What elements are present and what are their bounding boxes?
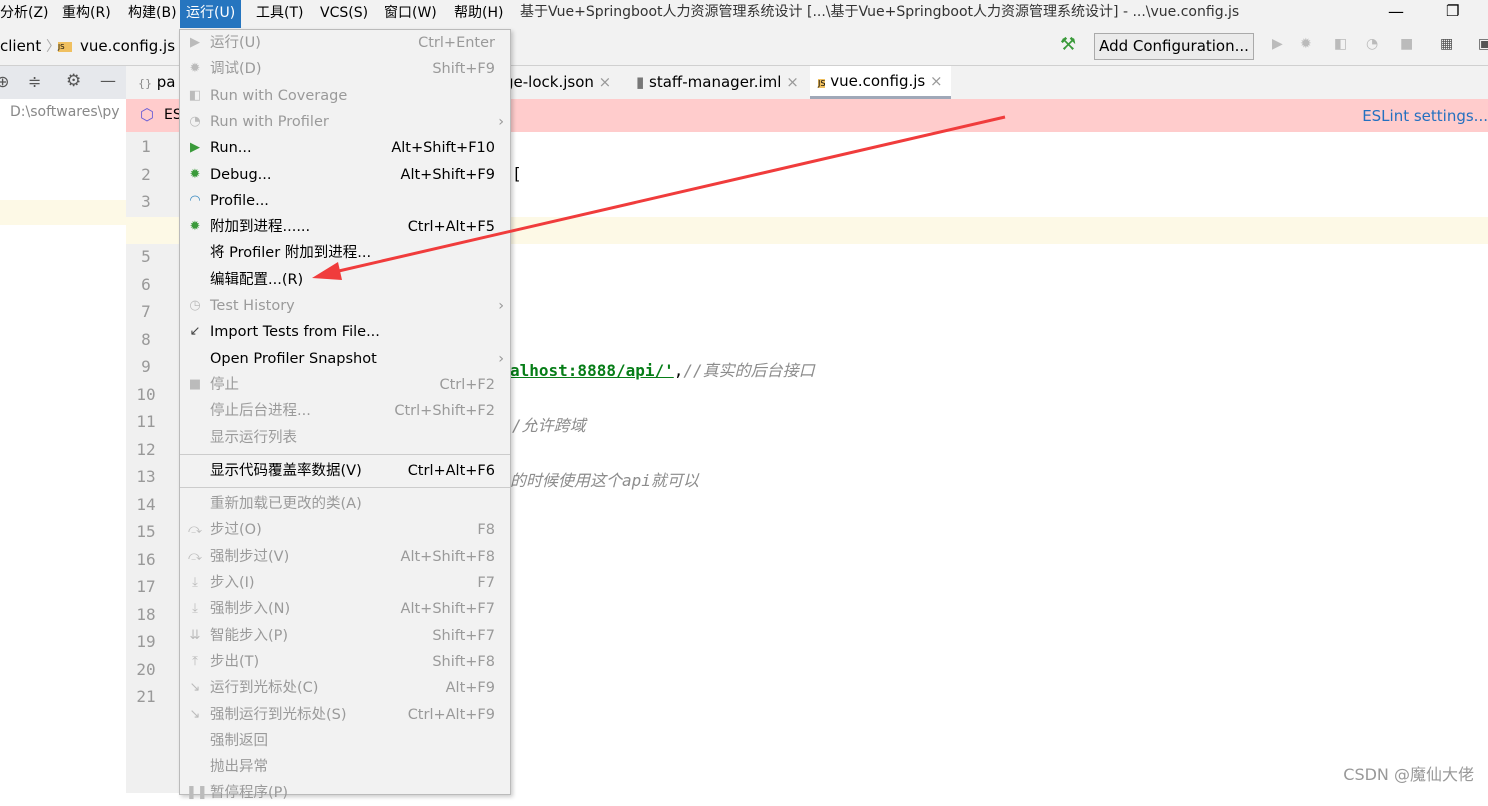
annotation-arrow	[312, 115, 1006, 280]
watermark: CSDN @魔仙大佬	[1343, 765, 1474, 784]
